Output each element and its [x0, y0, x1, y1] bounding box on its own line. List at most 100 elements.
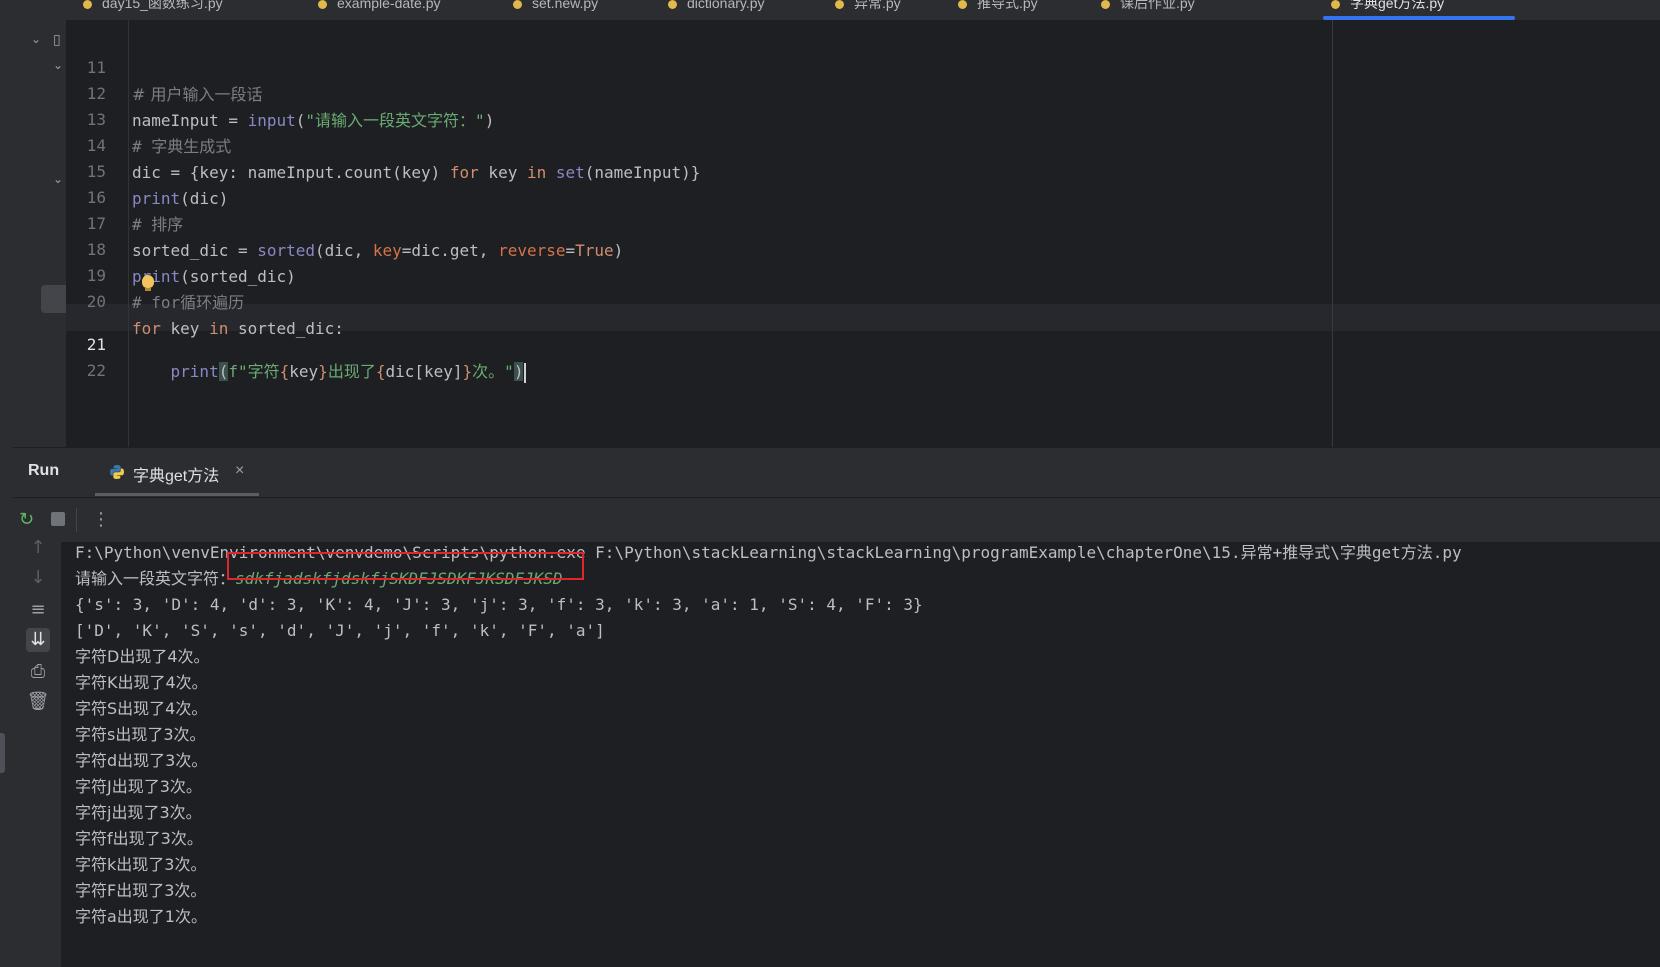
code-line: 14 dic = {key: nameInput.count(key) for … [66, 105, 701, 182]
console-result-line: 字符D出现了4次。 [75, 647, 210, 666]
python-file-icon [1101, 0, 1110, 9]
code-line: 18 print(sorted_dic) [66, 209, 296, 286]
python-file-icon [835, 0, 844, 9]
code-token: print [170, 362, 219, 381]
run-panel-header: Run 字典get方法 × [13, 447, 1660, 498]
rerun-icon[interactable]: ↻ [19, 510, 34, 530]
editor-tab[interactable]: set.new.py [513, 0, 598, 16]
text-caret [524, 362, 527, 383]
console-result-line: 字符F出现了3次。 [75, 881, 207, 900]
chevron-down-icon[interactable]: ⌄ [53, 58, 63, 72]
editor-tab[interactable]: 推导式.py [958, 0, 1038, 16]
editor-tab[interactable]: 异常.py [835, 0, 901, 16]
code-token: key [478, 163, 527, 182]
console-side-toolbar: ↑ ↓ ≡ ⇊ ⎙ 🗑 [13, 537, 61, 967]
code-line: 11 # 用户输入一段话 [66, 27, 263, 104]
chevron-down-icon[interactable]: ⌄ [53, 172, 63, 186]
code-line: 17 sorted_dic = sorted(dic, key=dic.get,… [66, 183, 624, 260]
console-result-line: 字符j出现了3次。 [75, 803, 202, 822]
code-param: key [372, 241, 402, 260]
code-string: f"字符 [228, 362, 280, 381]
code-line-current: 21 print(f"字符{key}出现了{dic[key]}次。") [66, 304, 527, 383]
code-token: key [160, 319, 210, 338]
trash-icon[interactable]: 🗑 [26, 690, 50, 714]
soft-wrap-icon[interactable]: ≡ [26, 598, 50, 622]
print-icon[interactable]: ⎙ [26, 660, 50, 684]
code-string: 出现了 [327, 362, 376, 381]
console-result-line: 字符J出现了3次。 [75, 777, 202, 796]
code-comment: # for循环遍历 [132, 293, 245, 312]
code-token: key [289, 362, 319, 381]
code-token: ( [218, 362, 229, 381]
code-keyword: in [526, 163, 547, 182]
console-result-line: 字符S出现了4次。 [75, 699, 208, 718]
code-token: =dic.get, [401, 241, 499, 260]
scroll-to-end-icon[interactable]: ⇊ [26, 628, 50, 652]
run-tab[interactable]: 字典get方法 × [95, 448, 259, 496]
run-tab-label: 字典get方法 [133, 468, 220, 485]
more-vertical-icon[interactable]: ⋮ [92, 510, 110, 530]
code-line: 22 [66, 330, 106, 380]
editor-tab-active[interactable]: 字典get方法.py [1331, 0, 1444, 16]
python-file-icon [1331, 0, 1340, 9]
lightbulb-icon[interactable] [142, 275, 154, 291]
code-line: 12 nameInput = input("请输入一段英文字符：") [66, 53, 495, 130]
console-result-line: 字符K出现了4次。 [75, 673, 208, 692]
code-line: 13 # 字典生成式 [66, 79, 232, 156]
console-result-line: 字符d出现了3次。 [75, 751, 208, 770]
code-comment: # 字典生成式 [132, 137, 232, 156]
code-keyword: in [209, 319, 229, 338]
code-token: sorted [257, 241, 316, 260]
code-token: ) [513, 362, 524, 381]
code-token: sorted_dic: [228, 319, 344, 338]
input-highlight-box [227, 552, 584, 580]
code-token: input [247, 111, 296, 130]
console-output[interactable]: F:\Python\venvEnvironment\venvdemo\Scrip… [61, 542, 1660, 967]
code-token: ) [613, 241, 624, 260]
run-panel-title: Run [28, 462, 60, 479]
strip-handle[interactable] [0, 733, 5, 773]
console-result-line: 字符k出现了3次。 [75, 855, 207, 874]
line-number: 22 [86, 361, 106, 380]
code-token: dic[key] [385, 362, 463, 381]
code-line: 20 for key in sorted_dic: [66, 261, 344, 338]
close-icon[interactable]: × [235, 462, 244, 480]
editor-tab[interactable]: dictionary.py [668, 0, 765, 16]
code-keyword: True [575, 241, 614, 260]
code-token: (nameInput)} [584, 163, 701, 182]
console-list-output: ['D', 'K', 'S', 's', 'd', 'J', 'j', 'f',… [75, 621, 605, 640]
code-string: "请输入一段英文字符：" [305, 111, 485, 130]
code-token: nameInput = [132, 111, 248, 130]
editor-tab[interactable]: 课后作业.py [1101, 0, 1195, 16]
console-prompt: 请输入一段英文字符： [75, 569, 236, 588]
code-token: = [565, 241, 576, 260]
code-token: (dic, [315, 241, 373, 260]
code-token: ( [295, 111, 306, 130]
arrow-up-icon[interactable]: ↑ [26, 536, 50, 560]
chevron-down-icon[interactable]: ⌄ [31, 32, 41, 46]
run-toolbar: ↻ ⋮ [13, 497, 1660, 543]
code-token: ) [484, 111, 495, 130]
arrow-down-icon[interactable]: ↓ [26, 566, 50, 590]
run-tab-indicator [95, 493, 259, 496]
code-token: print [132, 267, 181, 286]
python-file-icon [958, 0, 967, 9]
file-icon: ▯ [53, 32, 61, 48]
stop-icon[interactable] [51, 512, 65, 526]
code-keyword: for [132, 319, 161, 338]
code-token: (sorted_dic) [180, 267, 296, 286]
editor-tab-bar: day15_函数练习.py example-date.py set.new.py… [13, 0, 1660, 21]
code-comment: # 排序 [132, 215, 184, 234]
editor-tab[interactable]: day15_函数练习.py [83, 0, 223, 16]
python-file-icon [83, 0, 92, 9]
python-icon [110, 465, 124, 479]
code-line: 16 # 排序 [66, 157, 184, 234]
code-token: dic = {key: nameInput.count(key) [132, 163, 450, 182]
code-line: 19 # for循环遍历 [66, 235, 244, 312]
editor-tab[interactable]: example-date.py [318, 0, 441, 16]
code-editor[interactable]: 11 # 用户输入一段话 12 nameInput = input("请输入一段… [66, 20, 1660, 447]
code-token: set [555, 163, 585, 182]
console-result-line: 字符a出现了1次。 [75, 907, 207, 926]
